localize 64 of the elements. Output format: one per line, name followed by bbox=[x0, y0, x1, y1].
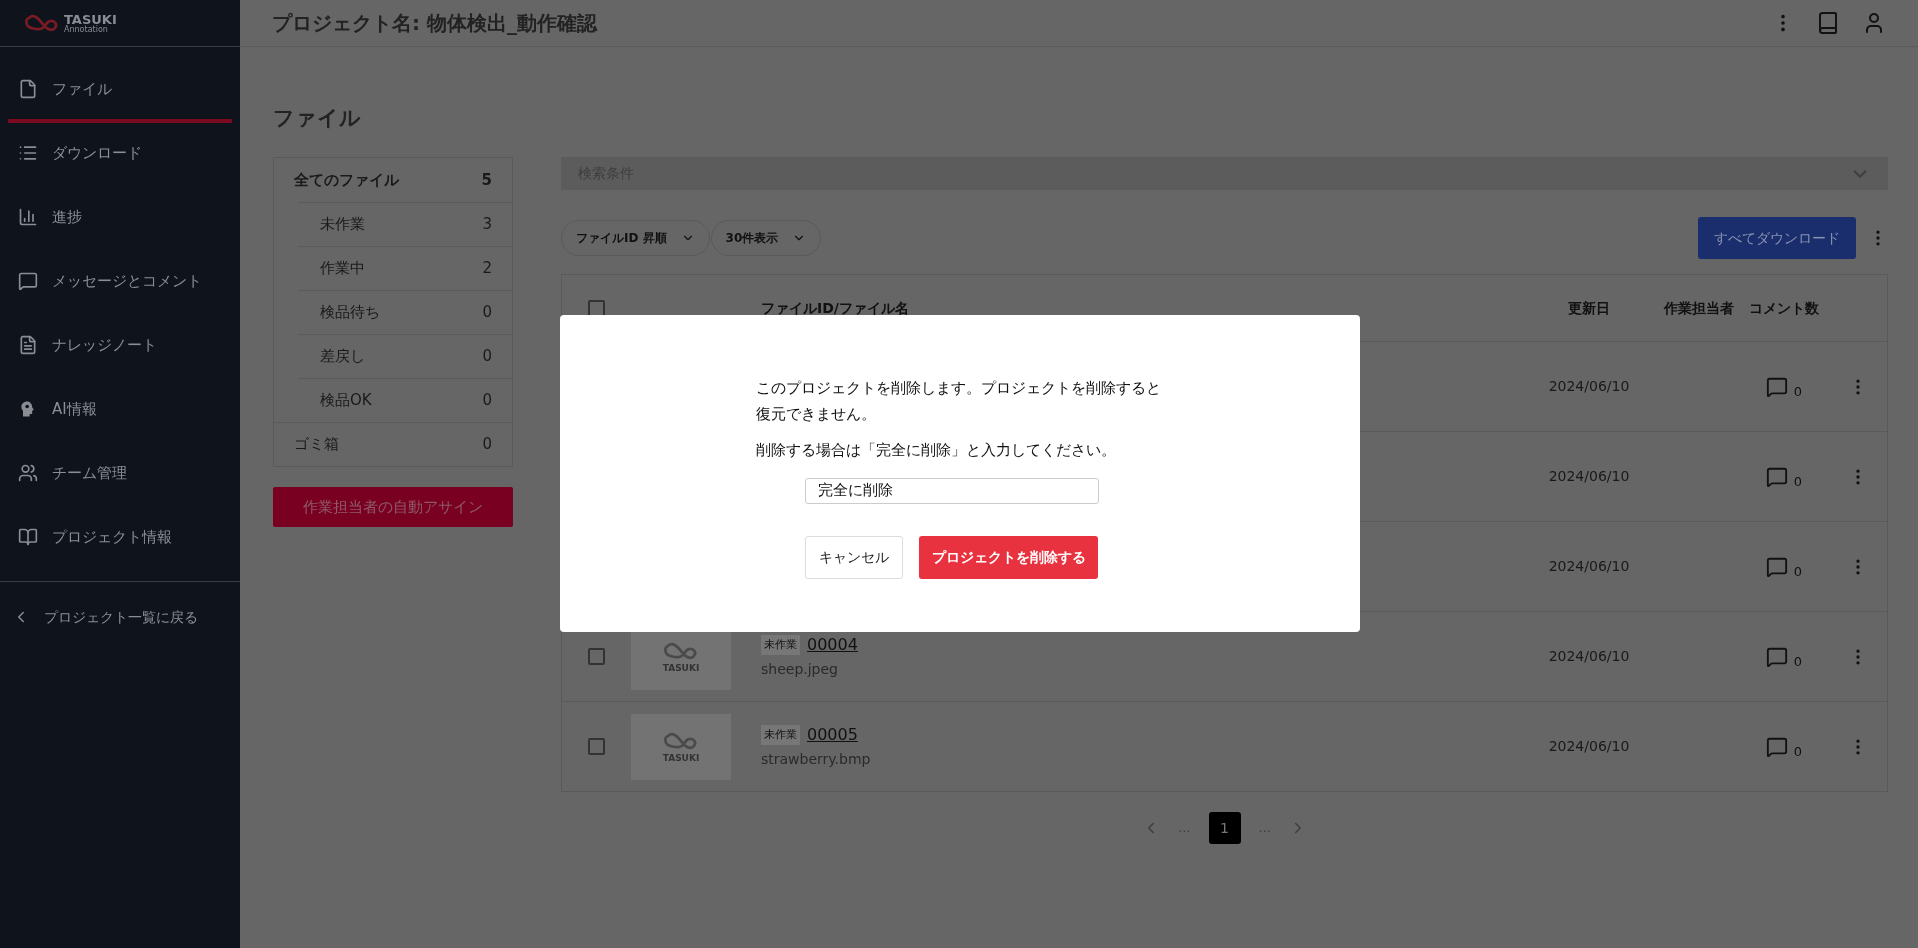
filter-item[interactable]: 全てのファイル 5 bbox=[274, 158, 512, 202]
file-name: strawberry.bmp bbox=[761, 750, 872, 769]
comment-icon[interactable] bbox=[1765, 375, 1788, 398]
comment-icon[interactable] bbox=[1765, 735, 1788, 758]
comment-icon[interactable] bbox=[1765, 555, 1788, 578]
sidebar-item[interactable]: ナレッジノート bbox=[8, 315, 232, 379]
file-thumbnail: TASUKI bbox=[631, 713, 731, 780]
comment-count: 0 bbox=[1793, 654, 1803, 668]
checkbox[interactable] bbox=[588, 738, 605, 755]
sidebar-item[interactable]: ダウンロード bbox=[8, 123, 232, 187]
message-icon bbox=[18, 271, 38, 291]
updated-date: 2024/06/10 bbox=[1548, 647, 1630, 666]
updated-date: 2024/06/10 bbox=[1548, 557, 1630, 576]
sidebar-item[interactable]: プロジェクト情報 bbox=[8, 507, 232, 571]
column-header: 作業担当者 bbox=[1664, 298, 1734, 318]
dialog-instruction: 削除する場合は「完全に削除」と入力してください。 bbox=[756, 440, 1117, 461]
project-title: プロジェクト名: 物体検出_動作確認 bbox=[272, 10, 597, 37]
dialog-message: このプロジェクトを削除します。プロジェクトを削除すると復元できません。 bbox=[756, 378, 1162, 425]
filter-item[interactable]: 検品待ち 0 bbox=[298, 290, 512, 334]
file-id-link[interactable]: 00005 bbox=[807, 723, 858, 747]
delete-project-button[interactable]: プロジェクトを削除する bbox=[919, 535, 1098, 579]
open-book-icon bbox=[18, 527, 38, 547]
download-all-button[interactable]: すべてダウンロード bbox=[1698, 217, 1856, 259]
checkbox[interactable] bbox=[588, 648, 605, 665]
document-icon bbox=[18, 335, 38, 355]
comment-count: 0 bbox=[1793, 564, 1803, 578]
list-icon bbox=[18, 143, 38, 163]
file-icon bbox=[18, 79, 38, 99]
filter-item[interactable]: ゴミ箱 0 bbox=[274, 422, 512, 466]
comment-count: 0 bbox=[1793, 474, 1803, 488]
column-header: 更新日 bbox=[1568, 298, 1610, 318]
comment-icon[interactable] bbox=[1765, 645, 1788, 668]
bar-chart-icon bbox=[18, 207, 38, 227]
updated-date: 2024/06/10 bbox=[1548, 467, 1630, 486]
sidebar-item[interactable]: 進捗 bbox=[8, 187, 232, 251]
sidebar-item[interactable]: ファイル bbox=[8, 59, 232, 123]
status-tag: 未作業 bbox=[761, 724, 800, 746]
filter-item[interactable]: 未作業 3 bbox=[298, 202, 512, 246]
comment-icon[interactable] bbox=[1765, 465, 1788, 488]
updated-date: 2024/06/10 bbox=[1548, 737, 1630, 756]
sidebar-item[interactable]: チーム管理 bbox=[8, 443, 232, 507]
confirmation-input[interactable]: 完全に削除 bbox=[805, 477, 1099, 504]
users-icon bbox=[18, 463, 38, 483]
column-header: ファイルID/ファイル名 bbox=[761, 298, 909, 318]
back-link[interactable]: プロジェクト一覧に戻る bbox=[0, 582, 240, 652]
file-id-link[interactable]: 00004 bbox=[807, 633, 858, 657]
comment-count: 0 bbox=[1793, 384, 1803, 398]
page-button[interactable]: 1 bbox=[1208, 812, 1241, 844]
page-title: ファイル bbox=[273, 105, 362, 132]
updated-date: 2024/06/10 bbox=[1548, 377, 1630, 396]
page-ellipsis: ... bbox=[1178, 819, 1191, 838]
book-icon[interactable] bbox=[1816, 11, 1840, 35]
sidebar-item[interactable]: AI情報 bbox=[8, 379, 232, 443]
file-name: sheep.jpeg bbox=[761, 660, 839, 679]
cancel-button[interactable]: キャンセル bbox=[805, 535, 903, 579]
sidebar-item[interactable]: メッセージとコメント bbox=[8, 251, 232, 315]
filter-item[interactable]: 作業中 2 bbox=[298, 246, 512, 290]
filter-item[interactable]: 検品OK 0 bbox=[298, 378, 512, 422]
filter-item[interactable]: 差戻し 0 bbox=[298, 334, 512, 378]
column-header: コメント数 bbox=[1749, 298, 1819, 318]
app-logo[interactable]: TASUKI Annotation bbox=[0, 0, 240, 47]
status-tag: 未作業 bbox=[761, 634, 800, 656]
comment-count: 0 bbox=[1793, 744, 1803, 758]
page-ellipsis: ... bbox=[1258, 819, 1271, 838]
